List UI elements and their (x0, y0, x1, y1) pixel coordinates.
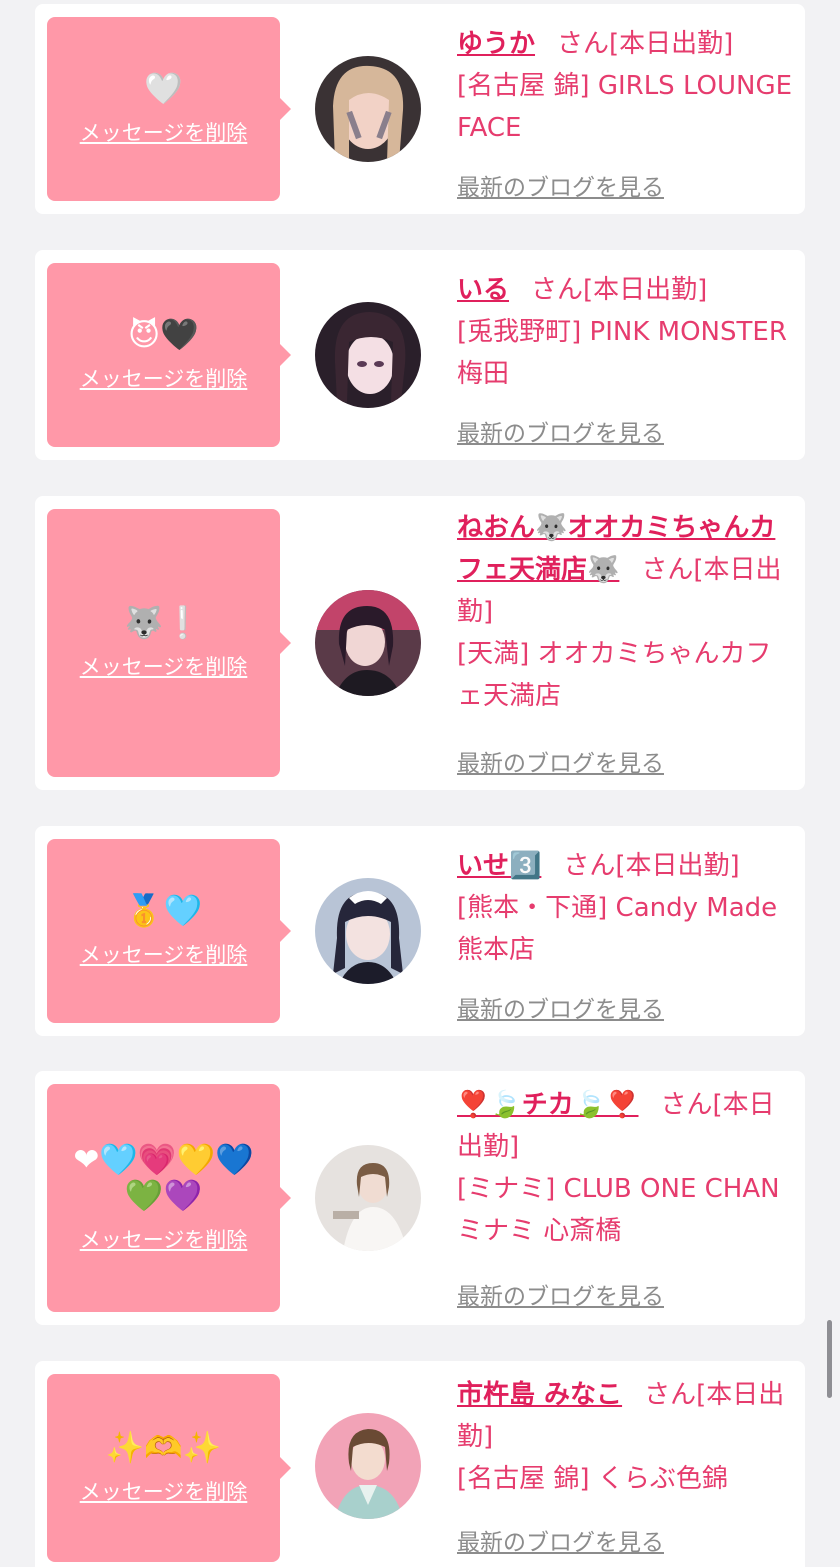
shop-name: [熊本・下通] Candy Made 熊本店 (457, 893, 778, 965)
girl-info: ゆうか さん[本日出勤] [名古屋 錦] GIRLS LOUNGE FACE (457, 23, 797, 149)
girl-name-link[interactable]: いせ3️⃣ (457, 851, 541, 881)
blog-link[interactable]: 最新のブログを見る (457, 990, 664, 1024)
girl-status: さん[本日出勤] (563, 851, 740, 881)
girl-info: ❣️🍃チカ🍃❣️ さん[本日出勤] [ミナミ] CLUB ONE CHAN ミナミ… (457, 1084, 797, 1252)
girl-name-link[interactable]: ゆうか (457, 29, 535, 59)
blog-link[interactable]: 最新のブログを見る (457, 1523, 664, 1557)
avatar[interactable] (315, 1145, 421, 1251)
girl-info: いる さん[本日出勤] [兎我野町] PINK MONSTER梅田 (457, 269, 797, 395)
blog-link[interactable]: 最新のブログを見る (457, 414, 664, 448)
list-item: 🥇🩵 メッセージを削除 いせ3️⃣ さん[本日出勤] [熊本・下通] Candy … (35, 826, 805, 1036)
avatar[interactable] (315, 878, 421, 984)
message-text: 🥇🩵 (124, 893, 203, 929)
list-item: 🐺❕ メッセージを削除 ねおん🐺オオカミちゃんカフェ天満店🐺 さん[本日出勤] [… (35, 496, 805, 790)
blog-link[interactable]: 最新のブログを見る (457, 744, 664, 778)
delete-message-link[interactable]: メッセージを削除 (80, 363, 248, 393)
message-list: 🤍 メッセージを削除 ゆうか さん[本日出勤] [名古屋 錦] GIRLS LOU… (0, 0, 840, 1567)
girl-info: 市杵島 みなこ さん[本日出勤] [名古屋 錦] くらぶ色錦 (457, 1374, 797, 1500)
message-text: 🐺❕ (124, 605, 203, 641)
avatar[interactable] (315, 590, 421, 696)
list-item: 🤍 メッセージを削除 ゆうか さん[本日出勤] [名古屋 錦] GIRLS LOU… (35, 4, 805, 214)
message-bubble: 🐺❕ メッセージを削除 (47, 509, 291, 777)
message-bubble: 😈🖤 メッセージを削除 (47, 263, 291, 447)
avatar[interactable] (315, 302, 421, 408)
message-bubble: 🤍 メッセージを削除 (47, 17, 291, 201)
message-bubble: ❤🩵💗💛💙💚💜 メッセージを削除 (47, 1084, 291, 1312)
girl-name-link[interactable]: 市杵島 みなこ (457, 1380, 622, 1410)
girl-status: さん[本日出勤] (557, 29, 734, 59)
girl-info: いせ3️⃣ さん[本日出勤] [熊本・下通] Candy Made 熊本店 (457, 845, 797, 971)
girl-info: ねおん🐺オオカミちゃんカフェ天満店🐺 さん[本日出勤] [天満] オオカミちゃんカ… (457, 507, 797, 717)
girl-name-link[interactable]: いる (457, 275, 509, 305)
message-text: ❤🩵💗💛💙💚💜 (73, 1142, 254, 1214)
blog-link[interactable]: 最新のブログを見る (457, 1277, 664, 1311)
shop-name: [名古屋 錦] くらぶ色錦 (457, 1464, 728, 1494)
list-item: ❤🩵💗💛💙💚💜 メッセージを削除 ❣️🍃チカ🍃❣️ さん[本日出勤] [ミナミ] … (35, 1071, 805, 1325)
blog-link[interactable]: 最新のブログを見る (457, 168, 664, 202)
avatar[interactable] (315, 1413, 421, 1519)
list-item: ✨🫶✨ メッセージを削除 市杵島 みなこ さん[本日出勤] [名古屋 錦] くらぶ… (35, 1361, 805, 1567)
message-text: ✨🫶✨ (105, 1430, 222, 1466)
delete-message-link[interactable]: メッセージを削除 (80, 1476, 248, 1506)
delete-message-link[interactable]: メッセージを削除 (80, 939, 248, 969)
delete-message-link[interactable]: メッセージを削除 (80, 1224, 248, 1254)
message-text: 🤍 (144, 71, 183, 107)
delete-message-link[interactable]: メッセージを削除 (80, 651, 248, 681)
girl-status: さん[本日出勤] (531, 275, 708, 305)
message-bubble: 🥇🩵 メッセージを削除 (47, 839, 291, 1023)
shop-name: [兎我野町] PINK MONSTER梅田 (457, 317, 787, 389)
message-text: 😈🖤 (128, 317, 199, 353)
shop-name: [天満] オオカミちゃんカフェ天満店 (457, 639, 772, 711)
scrollbar[interactable] (827, 1320, 832, 1398)
shop-name: [名古屋 錦] GIRLS LOUNGE FACE (457, 71, 793, 143)
avatar[interactable] (315, 56, 421, 162)
delete-message-link[interactable]: メッセージを削除 (80, 117, 248, 147)
list-item: 😈🖤 メッセージを削除 いる さん[本日出勤] [兎我野町] PINK MONST… (35, 250, 805, 460)
shop-name: [ミナミ] CLUB ONE CHAN ミナミ 心斎橋 (457, 1174, 780, 1246)
message-bubble: ✨🫶✨ メッセージを削除 (47, 1374, 291, 1562)
girl-name-link[interactable]: ❣️🍃チカ🍃❣️ (457, 1090, 639, 1120)
